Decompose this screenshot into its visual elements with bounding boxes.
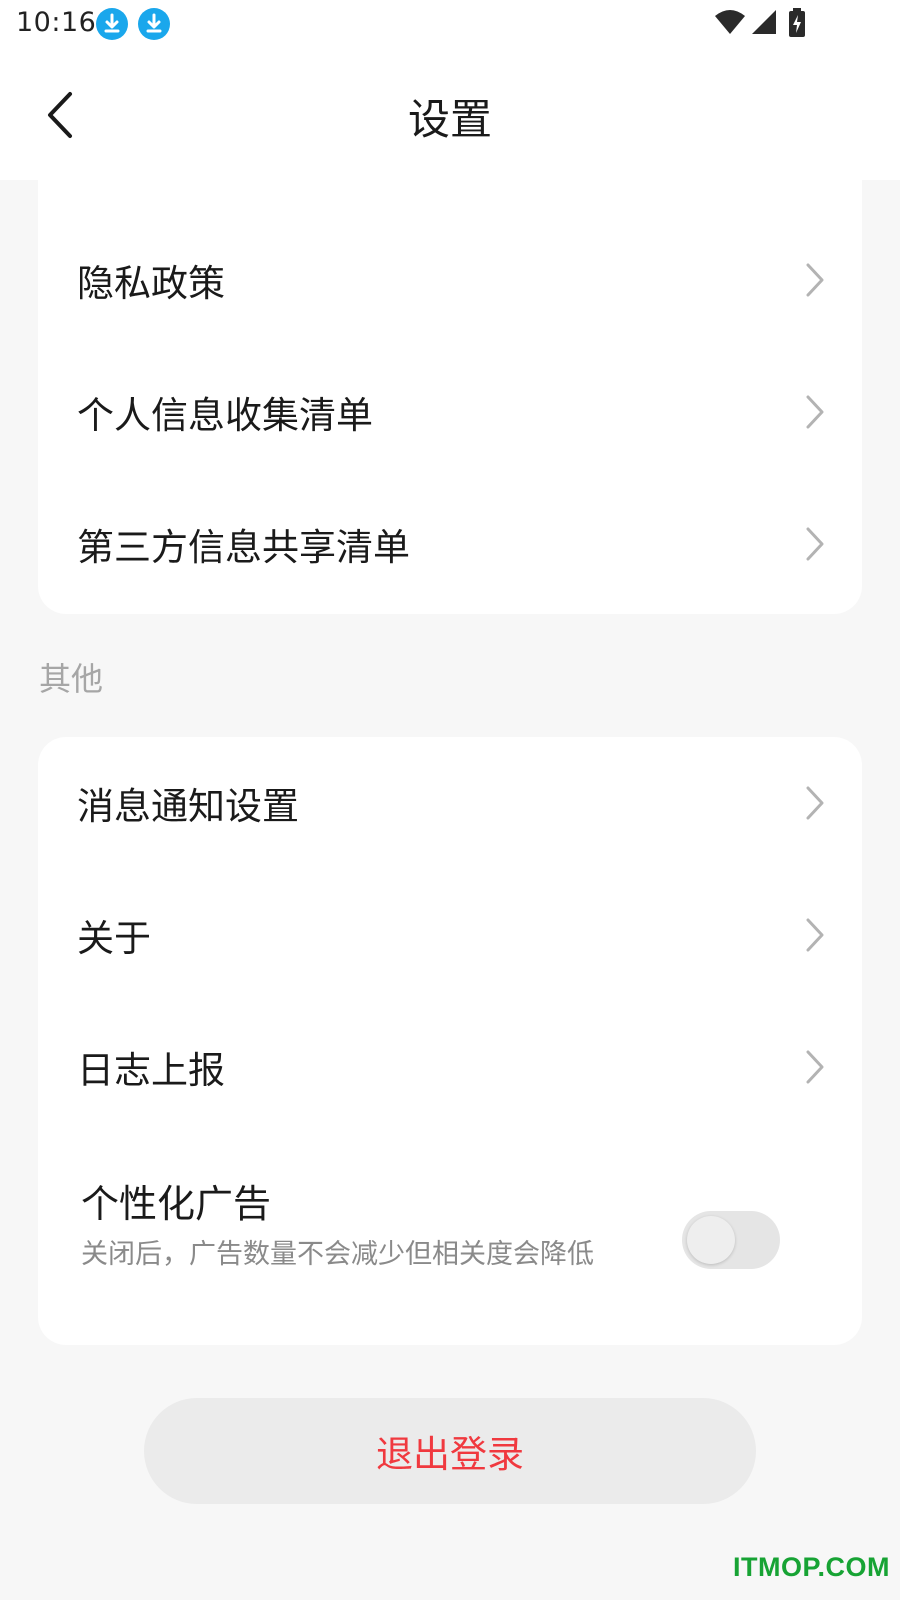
status-bar: 10:16: [0, 0, 900, 50]
status-time: 10:16: [16, 7, 97, 38]
download-icon: [96, 8, 128, 40]
privacy-settings-card: 隐私政策 个人信息收集清单 第三方信息共享清单: [38, 180, 862, 614]
menu-item-label: 日志上报: [77, 1049, 225, 1092]
chevron-right-icon: [806, 263, 824, 297]
menu-item-label: 关于: [77, 917, 151, 960]
wifi-icon: [715, 10, 745, 34]
menu-item-log-report[interactable]: 日志上报: [38, 1001, 862, 1133]
chevron-right-icon: [806, 786, 824, 820]
toggle-knob: [687, 1216, 735, 1264]
menu-item-privacy-policy[interactable]: 隐私政策: [38, 214, 862, 346]
menu-item-about[interactable]: 关于: [38, 869, 862, 1001]
other-settings-card: 消息通知设置 关于 日志上报 个性化广告 关闭后，广告数量不会减少但相关度会降低: [38, 737, 862, 1345]
download-icon: [138, 8, 170, 40]
personalized-ads-description: 关闭后，广告数量不会减少但相关度会降低: [81, 1239, 594, 1270]
chevron-right-icon: [806, 918, 824, 952]
personalized-ads-toggle[interactable]: [682, 1211, 780, 1269]
page-title: 设置: [407, 95, 492, 144]
menu-item-label: 第三方信息共享清单: [77, 526, 410, 569]
menu-item-notification-settings[interactable]: 消息通知设置: [38, 737, 862, 869]
menu-item-label: 消息通知设置: [77, 785, 299, 828]
app-header: 设置: [0, 50, 900, 180]
menu-item-label: 个人信息收集清单: [77, 394, 373, 437]
battery-charging-icon: [789, 8, 805, 37]
watermark-logo: ITMOP.COM: [732, 1552, 890, 1582]
section-label-other: 其他: [39, 660, 104, 698]
chevron-right-icon: [806, 527, 824, 561]
chevron-right-icon: [806, 1050, 824, 1084]
personalized-ads-title: 个性化广告: [81, 1182, 272, 1226]
menu-item-personal-info-list[interactable]: 个人信息收集清单: [38, 346, 862, 478]
menu-item-label: 隐私政策: [77, 262, 225, 305]
logout-button[interactable]: 退出登录: [144, 1398, 756, 1504]
menu-item-third-party-sharing-list[interactable]: 第三方信息共享清单: [38, 478, 862, 610]
cellular-signal-icon: [752, 10, 776, 34]
chevron-right-icon: [806, 395, 824, 429]
